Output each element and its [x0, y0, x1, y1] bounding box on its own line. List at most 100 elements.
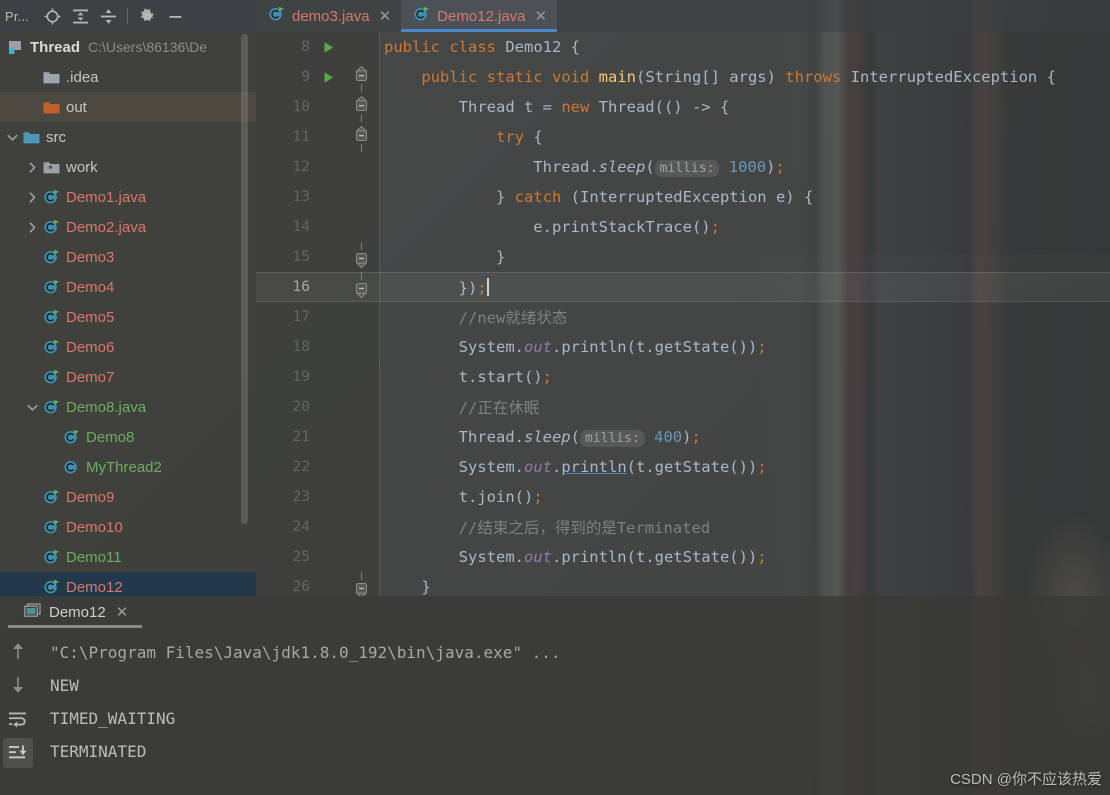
fold-marker-icon[interactable]: [342, 572, 380, 596]
expand-all-icon[interactable]: [67, 3, 93, 29]
code-line-13[interactable]: 13 } catch (InterruptedException e) {: [256, 182, 1110, 212]
code-line-15[interactable]: 15 }: [256, 242, 1110, 272]
line-number[interactable]: 26: [256, 579, 314, 595]
code-line-12[interactable]: 12 Thread.sleep(millis: 1000);: [256, 152, 1110, 182]
chevron-right-icon[interactable]: [24, 221, 40, 233]
chevron-right-icon[interactable]: [24, 191, 40, 203]
line-number[interactable]: 11: [256, 129, 314, 145]
tree-row-demo8-java[interactable]: Demo8.java: [0, 392, 256, 422]
fold-marker-icon[interactable]: [342, 122, 380, 152]
tree-row-src[interactable]: src: [0, 122, 256, 152]
run-tool-window[interactable]: Demo12 ✕ "C:\Program Files\Java\jdk1.8.0…: [0, 596, 1110, 795]
fold-marker-icon[interactable]: [342, 272, 380, 302]
code-line-9[interactable]: 9 public static void main(String[] args)…: [256, 62, 1110, 92]
class-run-icon: [40, 519, 62, 535]
code-line-26[interactable]: 26 }: [256, 572, 1110, 596]
code-line-16[interactable]: 16 });: [256, 272, 1110, 302]
tree-row-demo5[interactable]: Demo5: [0, 302, 256, 332]
tree-row-demo6[interactable]: Demo6: [0, 332, 256, 362]
tree-row-root[interactable]: Thread C:\Users\86136\De: [0, 32, 256, 62]
line-number[interactable]: 24: [256, 519, 314, 535]
code-line-23[interactable]: 23 t.join();: [256, 482, 1110, 512]
run-gutter-icon[interactable]: [314, 71, 342, 84]
tree-row-demo3[interactable]: Demo3: [0, 242, 256, 272]
tree-row-demo12[interactable]: Demo12: [0, 572, 256, 596]
code-text: System.out.println(t.getState());: [380, 338, 767, 356]
fold-marker-icon[interactable]: [342, 242, 380, 272]
tree-row-mythread2[interactable]: MyThread2: [0, 452, 256, 482]
code-line-18[interactable]: 18 System.out.println(t.getState());: [256, 332, 1110, 362]
tree-row-demo7[interactable]: Demo7: [0, 362, 256, 392]
code-line-11[interactable]: 11 try {: [256, 122, 1110, 152]
code-lines[interactable]: 8 public class Demo12 {9 public static vo…: [256, 32, 1110, 596]
close-icon[interactable]: ✕: [379, 9, 392, 24]
tree-items[interactable]: .idea out src work Demo1.java Demo2.java Demo3…: [0, 62, 256, 596]
console-output[interactable]: "C:\Program Files\Java\jdk1.8.0_192\bin\…: [36, 628, 1110, 795]
project-tree-panel[interactable]: Thread C:\Users\86136\De .idea out src work…: [0, 32, 256, 596]
code-line-21[interactable]: 21 Thread.sleep(millis: 400);: [256, 422, 1110, 452]
code-line-20[interactable]: 20 //正在休眠: [256, 392, 1110, 422]
line-number[interactable]: 8: [256, 39, 314, 55]
tree-row-demo10[interactable]: Demo10: [0, 512, 256, 542]
console-sidebar-toolbar[interactable]: [0, 628, 36, 795]
tree-row-demo8[interactable]: Demo8: [0, 422, 256, 452]
code-line-10[interactable]: 10 Thread t = new Thread(() -> {: [256, 92, 1110, 122]
scroll-down-icon[interactable]: [3, 670, 33, 700]
chevron-down-icon[interactable]: [24, 402, 40, 413]
tree-row-idea[interactable]: .idea: [0, 62, 256, 92]
locate-icon[interactable]: [39, 3, 65, 29]
collapse-all-icon[interactable]: [95, 3, 121, 29]
code-line-24[interactable]: 24 //结束之后，得到的是Terminated: [256, 512, 1110, 542]
code-line-25[interactable]: 25 System.out.println(t.getState());: [256, 542, 1110, 572]
line-number[interactable]: 18: [256, 339, 314, 355]
run-tabbar[interactable]: Demo12 ✕: [0, 596, 1110, 628]
run-gutter-icon[interactable]: [314, 41, 342, 54]
line-number[interactable]: 14: [256, 219, 314, 235]
line-number[interactable]: 22: [256, 459, 314, 475]
editor-tab-demo12-java[interactable]: Demo12.java ✕: [401, 0, 558, 32]
line-number[interactable]: 16: [256, 279, 314, 295]
tree-row-demo4[interactable]: Demo4: [0, 272, 256, 302]
tree-row-demo9[interactable]: Demo9: [0, 482, 256, 512]
line-number[interactable]: 10: [256, 99, 314, 115]
line-number[interactable]: 21: [256, 429, 314, 445]
chevron-right-icon[interactable]: [24, 161, 40, 173]
tree-row-demo11[interactable]: Demo11: [0, 542, 256, 572]
code-line-22[interactable]: 22 System.out.println(t.getState());: [256, 452, 1110, 482]
line-number[interactable]: 25: [256, 549, 314, 565]
editor-tab-demo3-java[interactable]: demo3.java ✕: [256, 0, 401, 32]
line-number[interactable]: 19: [256, 369, 314, 385]
line-number[interactable]: 23: [256, 489, 314, 505]
code-editor[interactable]: 8 public class Demo12 {9 public static vo…: [256, 32, 1110, 596]
tree-row-out[interactable]: out: [0, 92, 256, 122]
code-line-14[interactable]: 14 e.printStackTrace();: [256, 212, 1110, 242]
minimize-icon[interactable]: [162, 3, 188, 29]
tree-row-work[interactable]: work: [0, 152, 256, 182]
tree-row-demo1-java[interactable]: Demo1.java: [0, 182, 256, 212]
line-number[interactable]: 9: [256, 69, 314, 85]
folder-gray-icon: [40, 70, 62, 84]
code-line-17[interactable]: 17 //new就绪状态: [256, 302, 1110, 332]
close-icon[interactable]: ✕: [535, 9, 548, 24]
gear-icon[interactable]: [134, 3, 160, 29]
tree-row-demo2-java[interactable]: Demo2.java: [0, 212, 256, 242]
run-tab-demo12[interactable]: Demo12 ✕: [0, 596, 143, 628]
line-number[interactable]: 20: [256, 399, 314, 415]
line-number[interactable]: 12: [256, 159, 314, 175]
code-token: static: [486, 68, 552, 86]
code-line-8[interactable]: 8 public class Demo12 {: [256, 32, 1110, 62]
code-token: Thread.: [384, 158, 599, 176]
scroll-up-icon[interactable]: [3, 636, 33, 666]
close-icon[interactable]: ✕: [116, 605, 129, 620]
soft-wrap-icon[interactable]: [3, 704, 33, 734]
editor-tabbar[interactable]: demo3.java ✕ Demo12.java ✕: [256, 0, 1110, 32]
line-number[interactable]: 15: [256, 249, 314, 265]
fold-marker-icon[interactable]: [342, 62, 380, 92]
scroll-to-end-icon[interactable]: [3, 738, 33, 768]
line-number[interactable]: 13: [256, 189, 314, 205]
chevron-down-icon[interactable]: [4, 132, 20, 143]
line-number[interactable]: 17: [256, 309, 314, 325]
project-tree-scrollbar[interactable]: [241, 34, 248, 524]
code-line-19[interactable]: 19 t.start();: [256, 362, 1110, 392]
fold-marker-icon[interactable]: [342, 92, 380, 122]
